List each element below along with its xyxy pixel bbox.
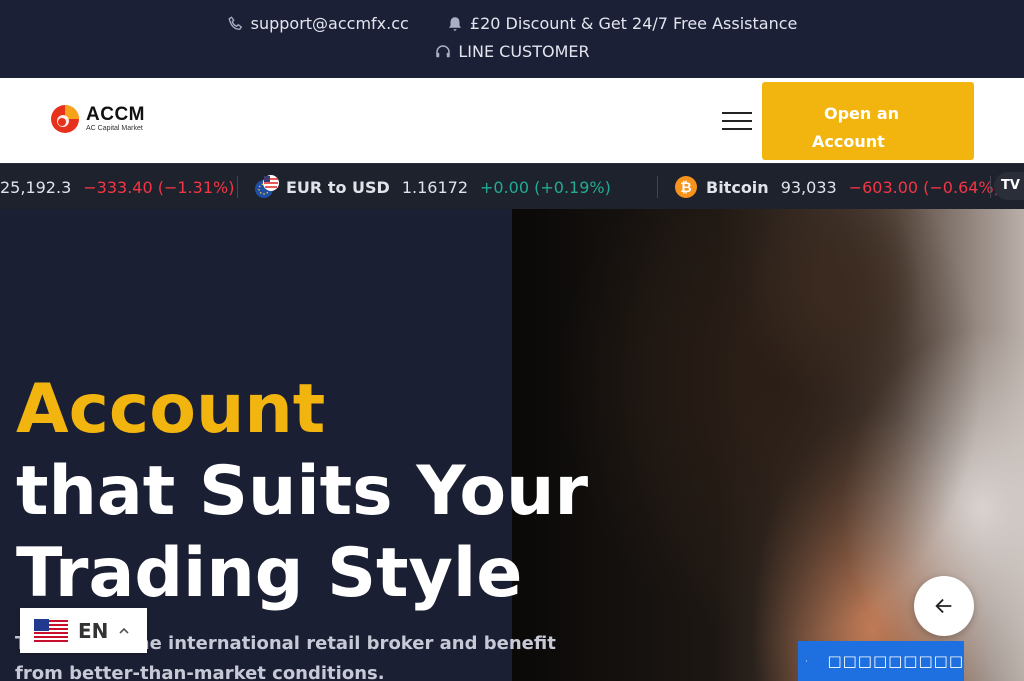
us-flag-icon bbox=[34, 618, 68, 643]
ticker-price: 1.16172 bbox=[401, 177, 468, 197]
top-info-row: support@accmfx.cc £20 Discount & Get 24/… bbox=[0, 14, 1024, 37]
headset-icon bbox=[436, 44, 451, 57]
cta-line-1: Open an bbox=[824, 104, 900, 123]
logo-title: ACCM bbox=[86, 103, 145, 125]
cta-line-2: Account bbox=[812, 132, 885, 151]
chat-label: □□□□□□□□□ bbox=[827, 652, 964, 670]
language-selector[interactable]: EN bbox=[20, 608, 147, 653]
chat-bubble-icon bbox=[806, 660, 808, 662]
ticker-separator bbox=[990, 176, 991, 198]
ticker-symbol: EUR to USD bbox=[286, 177, 390, 197]
hero-section: Account that Suits Your Trading Style Tr… bbox=[0, 209, 1024, 681]
ticker-separator bbox=[657, 176, 658, 198]
ticker-item[interactable]: ₿ Bitcoin 93,033 −603.00 (−0.64%) bbox=[674, 164, 1000, 210]
market-ticker: 25,192.3 −333.40 (−1.31%) EUR to USD 1.1… bbox=[0, 163, 1024, 211]
ticker-price: 25,192.3 bbox=[0, 177, 72, 197]
line-customer-link[interactable]: LINE CUSTOMER bbox=[434, 42, 590, 61]
ticker-change: −333.40 (−1.31%) bbox=[83, 177, 235, 197]
slider-prev-button[interactable] bbox=[914, 576, 974, 636]
arrow-left-icon bbox=[935, 598, 952, 614]
ticker-item[interactable]: EUR to USD 1.16172 +0.00 (+0.19%) bbox=[254, 164, 611, 210]
eur-usd-flag-icon bbox=[255, 175, 279, 198]
ticker-item[interactable]: 25,192.3 −333.40 (−1.31%) bbox=[0, 164, 234, 210]
language-code: EN bbox=[78, 618, 109, 643]
open-account-button[interactable]: Open an Account bbox=[762, 82, 974, 160]
accm-logo-icon bbox=[51, 105, 79, 133]
menu-hamburger-icon[interactable] bbox=[722, 112, 752, 130]
tradingview-logo-icon[interactable]: TV bbox=[994, 172, 1024, 200]
ticker-price: 93,033 bbox=[780, 177, 837, 197]
phone-icon bbox=[228, 15, 242, 30]
top-info-row-2: LINE CUSTOMER bbox=[0, 42, 1024, 65]
line-customer-label: LINE CUSTOMER bbox=[458, 42, 590, 61]
ticker-change: −603.00 (−0.64%) bbox=[848, 177, 1000, 197]
bell-icon bbox=[448, 16, 461, 31]
ticker-change: +0.00 (+0.19%) bbox=[480, 177, 611, 197]
hero-title: Account that Suits Your Trading Style bbox=[16, 369, 588, 615]
svg-text:₿: ₿ bbox=[680, 180, 691, 196]
site-header: ACCM AC Capital Market Open an Account bbox=[0, 78, 1024, 163]
hamburger-line bbox=[722, 120, 752, 122]
hamburger-line bbox=[722, 128, 752, 130]
hero-title-line-2: that Suits Your bbox=[16, 452, 588, 531]
promo-info: £20 Discount & Get 24/7 Free Assistance bbox=[446, 14, 797, 33]
support-email: support@accmfx.cc bbox=[250, 14, 409, 33]
promo-text: £20 Discount & Get 24/7 Free Assistance bbox=[469, 14, 798, 33]
support-email-link[interactable]: support@accmfx.cc bbox=[227, 14, 409, 33]
hero-title-accent: Account bbox=[16, 370, 326, 449]
hero-title-line-3: Trading Style bbox=[16, 534, 523, 613]
ticker-separator bbox=[237, 176, 238, 198]
logo-subtitle: AC Capital Market bbox=[86, 124, 143, 132]
hamburger-line bbox=[722, 112, 752, 114]
site-logo[interactable]: ACCM AC Capital Market bbox=[50, 104, 145, 134]
logo-text: ACCM AC Capital Market bbox=[86, 103, 145, 133]
chat-widget-button[interactable]: □□□□□□□□□ bbox=[798, 641, 964, 681]
ticker-symbol: Bitcoin bbox=[706, 177, 769, 197]
chevron-up-icon bbox=[119, 627, 129, 634]
bitcoin-icon: ₿ bbox=[675, 176, 697, 198]
top-info-bar: support@accmfx.cc £20 Discount & Get 24/… bbox=[0, 0, 1024, 78]
